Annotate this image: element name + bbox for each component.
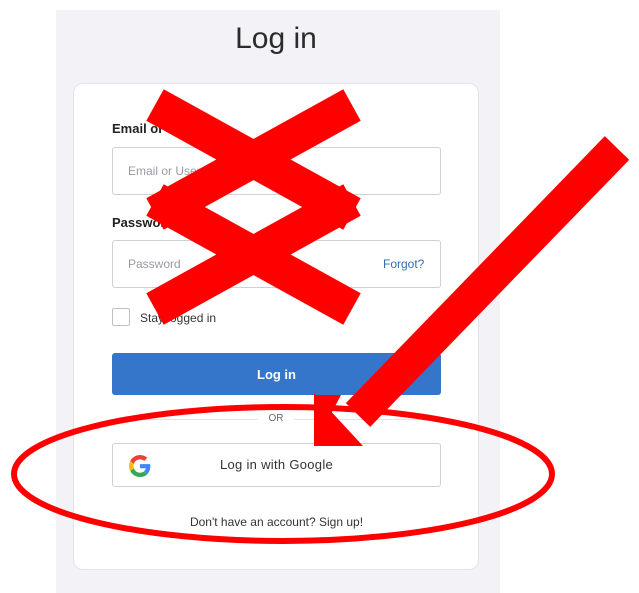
login-page: Log in Email or Username Password Forgot… (0, 0, 639, 593)
login-button[interactable]: Log in (112, 353, 441, 395)
or-divider-text: OR (268, 413, 284, 424)
signup-link[interactable]: Don't have an account? Sign up! (112, 515, 441, 529)
stay-logged-in-label: Stay logged in (140, 311, 217, 325)
divider-left (112, 419, 258, 420)
google-login-label: Log in with Google (219, 457, 334, 472)
google-login-button[interactable]: Log in with Google (112, 443, 441, 487)
divider-right (294, 419, 441, 420)
email-label: Email or Username (112, 121, 230, 136)
forgot-password-link[interactable]: Forgot? (383, 257, 424, 271)
stay-logged-in-checkbox[interactable] (112, 308, 130, 326)
page-title: Log in (235, 22, 317, 55)
email-input[interactable] (112, 147, 441, 195)
password-label: Password (112, 215, 174, 230)
